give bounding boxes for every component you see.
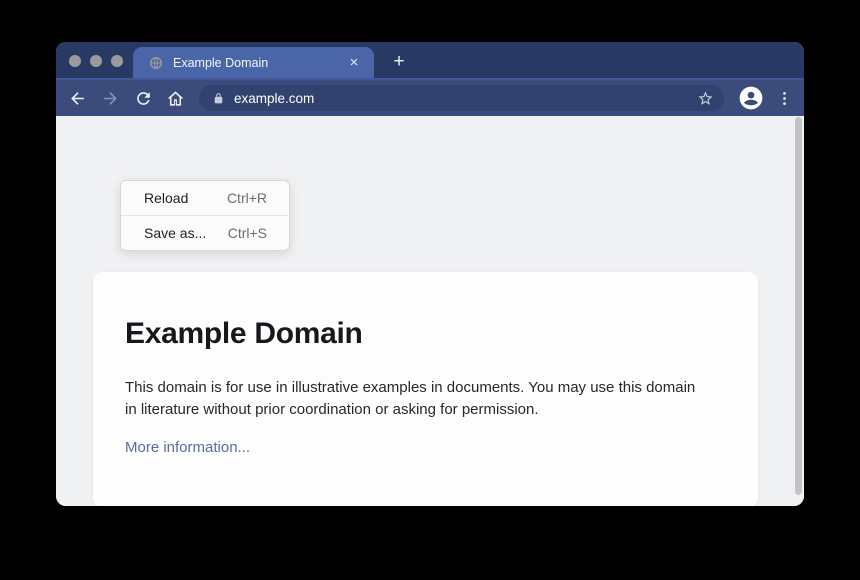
menu-item-label: Reload: [144, 190, 188, 206]
content-card: Example Domain This domain is for use in…: [93, 272, 758, 506]
navigation-toolbar: example.com: [56, 78, 804, 116]
tab-title: Example Domain: [173, 56, 346, 70]
reload-icon: [134, 89, 153, 108]
profile-icon[interactable]: [738, 85, 764, 111]
page-paragraph: This domain is for use in illustrative e…: [125, 377, 711, 420]
reload-button[interactable]: [131, 86, 155, 110]
url-text: example.com: [234, 91, 697, 106]
forward-button[interactable]: [98, 86, 122, 110]
menu-item-shortcut: Ctrl+R: [227, 190, 267, 206]
traffic-light-maximize[interactable]: [111, 55, 123, 67]
star-icon[interactable]: [697, 90, 714, 107]
scrollbar-thumb[interactable]: [795, 117, 802, 495]
page-viewport: Example Domain This domain is for use in…: [56, 116, 804, 506]
back-arrow-icon: [68, 89, 87, 108]
forward-arrow-icon: [101, 89, 120, 108]
new-tab-button[interactable]: +: [386, 50, 412, 76]
home-button[interactable]: [163, 86, 187, 110]
lock-icon: [212, 92, 225, 105]
context-menu-item-reload[interactable]: Reload Ctrl+R: [121, 181, 289, 215]
titlebar: Example Domain × +: [56, 42, 804, 78]
traffic-light-close[interactable]: [69, 55, 81, 67]
globe-icon: [149, 56, 163, 70]
home-icon: [166, 89, 185, 108]
browser-window: Example Domain × +: [56, 42, 804, 506]
more-information-link[interactable]: More information...: [125, 439, 250, 456]
back-button[interactable]: [65, 86, 89, 110]
browser-tab[interactable]: Example Domain ×: [133, 47, 374, 78]
window-controls: [69, 55, 123, 67]
scrollbar-track[interactable]: [794, 117, 803, 505]
menu-item-label: Save as...: [144, 225, 206, 241]
kebab-menu-icon[interactable]: [772, 86, 796, 110]
address-bar[interactable]: example.com: [199, 85, 724, 111]
tab-close-icon[interactable]: ×: [346, 55, 362, 71]
context-menu: Reload Ctrl+R Save as... Ctrl+S: [120, 180, 290, 251]
traffic-light-minimize[interactable]: [90, 55, 102, 67]
menu-item-shortcut: Ctrl+S: [228, 225, 267, 241]
page-title: Example Domain: [125, 316, 726, 352]
context-menu-item-save-as[interactable]: Save as... Ctrl+S: [121, 216, 289, 250]
